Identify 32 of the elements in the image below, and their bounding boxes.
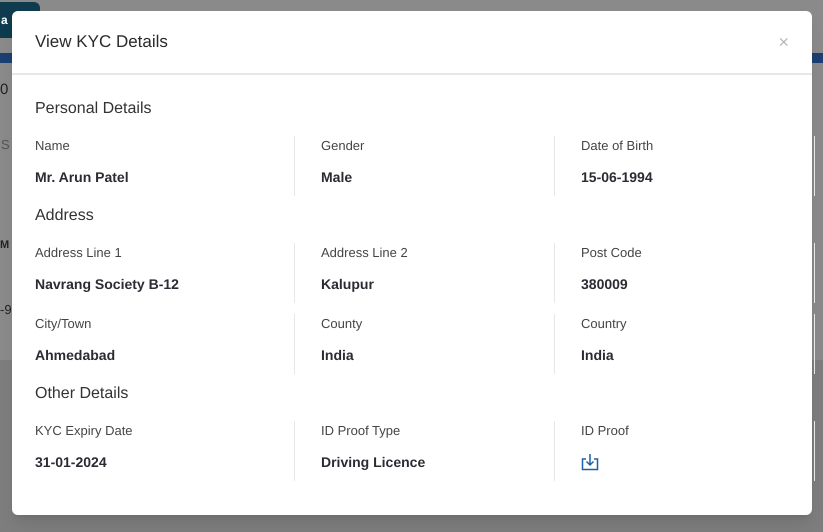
background-text: -9 — [0, 301, 12, 319]
field-label: County — [321, 315, 362, 333]
field-label: Address Line 1 — [35, 244, 122, 262]
field-label: ID Proof Type — [321, 422, 400, 440]
download-icon[interactable] — [581, 452, 599, 470]
modal-title: View KYC Details — [35, 31, 168, 54]
field-value: Navrang Society B-12 — [35, 274, 179, 294]
field-label: Date of Birth — [581, 137, 654, 155]
field-value: 380009 — [581, 274, 628, 294]
field-value: India — [321, 346, 354, 364]
field-value: 15-06-1994 — [581, 168, 653, 186]
field-label: Name — [35, 137, 70, 155]
field-value: 31-01-2024 — [35, 452, 107, 472]
field-label: Gender — [321, 137, 364, 155]
close-button[interactable]: × — [778, 33, 789, 51]
field-label: ID Proof — [581, 422, 629, 440]
field-label: Address Line 2 — [321, 244, 408, 262]
background-text: 0 — [0, 80, 8, 100]
section-title: Other Details — [35, 384, 130, 404]
field-value: Mr. Arun Patel — [35, 168, 129, 186]
field-value: Ahmedabad — [35, 346, 116, 364]
field-value: Driving Licence — [321, 452, 426, 472]
background-text: M — [0, 238, 10, 253]
field-value: Kalupur — [321, 274, 374, 294]
field-label: Post Code — [581, 244, 642, 262]
field-label: City/Town — [35, 315, 92, 333]
field-value: India — [581, 346, 614, 364]
field-label: Country — [581, 315, 627, 333]
section-title: Personal Details — [35, 99, 152, 119]
section-title: Address — [35, 206, 95, 226]
field-value: Male — [321, 168, 352, 186]
field-label: KYC Expiry Date — [35, 422, 133, 440]
